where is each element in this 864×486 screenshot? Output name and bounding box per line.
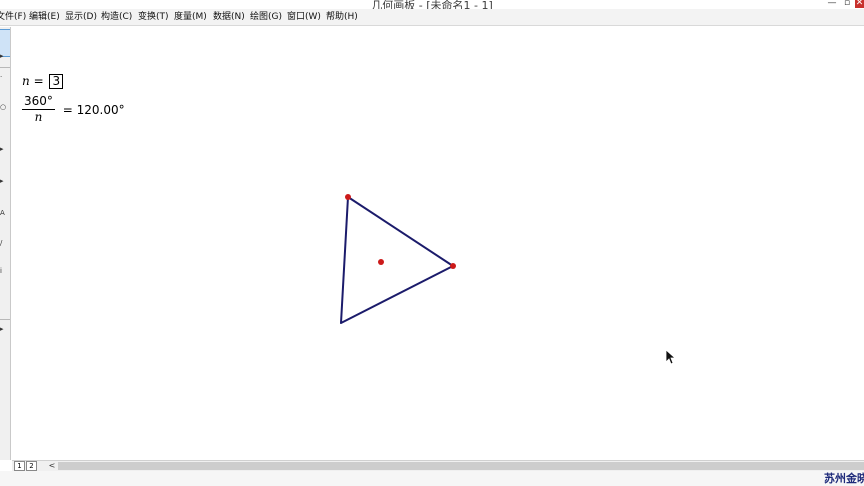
triangle-polygon[interactable] — [340, 196, 454, 324]
menu-data[interactable]: 数据(N) — [213, 12, 245, 23]
scroll-left-button[interactable]: < — [48, 461, 56, 471]
menu-graph[interactable]: 绘图(G) — [250, 12, 282, 23]
menu-help[interactable]: 帮助(H) — [326, 12, 358, 23]
arrow-tool-icon[interactable]: ▸ — [0, 29, 10, 60]
menu-window[interactable]: 窗口(W) — [287, 12, 321, 23]
info-tool-icon[interactable]: i — [0, 265, 10, 277]
menu-edit[interactable]: 编辑(E) — [29, 12, 60, 23]
page-bar: 1 2 < — [12, 460, 864, 471]
sketch-canvas[interactable]: n = 3 360° n = 120.00° — [12, 27, 864, 460]
page-tab-2[interactable]: 2 — [26, 461, 37, 471]
menu-transform[interactable]: 变换(T) — [138, 12, 169, 23]
menu-display[interactable]: 显示(D) — [65, 12, 97, 23]
status-bar: 苏州金晓 — [0, 471, 864, 486]
geometry-layer — [340, 194, 456, 324]
compass-tool-icon[interactable]: ○ — [0, 101, 10, 113]
text-tool-icon[interactable]: A — [0, 207, 10, 219]
center-point[interactable] — [378, 259, 384, 265]
menu-file[interactable]: 文件(F) — [0, 12, 26, 23]
horizontal-scrollbar[interactable] — [58, 462, 864, 470]
window-title: 几何画板 - [未命名1 - 1] — [371, 0, 493, 9]
vertex-point[interactable] — [345, 194, 351, 200]
custom-tool-icon[interactable]: ▸ — [0, 323, 10, 335]
vertex-point[interactable] — [450, 263, 456, 269]
title-bar: 几何画板 - [未命名1 - 1] — ▫ ✕ — [0, 0, 864, 9]
polygon-tool-icon[interactable]: ▸ — [0, 175, 10, 187]
menu-bar: 文件(F) 编辑(E) 显示(D) 构造(C) 变换(T) 度量(M) 数据(N… — [0, 9, 864, 26]
minimize-button[interactable]: — — [826, 0, 838, 8]
toolbox-divider — [0, 319, 10, 320]
mouse-cursor-icon — [665, 349, 675, 365]
straightedge-tool-icon[interactable]: ▸ — [0, 143, 10, 155]
close-button[interactable]: ✕ — [855, 0, 864, 8]
marker-tool-icon[interactable]: / — [0, 237, 10, 249]
point-tool-icon[interactable]: · — [0, 71, 10, 83]
toolbox-divider — [0, 67, 10, 68]
menu-measure[interactable]: 度量(M) — [174, 12, 207, 23]
page-tab-1[interactable]: 1 — [14, 461, 25, 471]
menu-construct[interactable]: 构造(C) — [101, 12, 132, 23]
watermark-text: 苏州金晓 — [824, 472, 864, 485]
toolbox: ▸ · ○ ▸ ▸ A / i ▸ — [0, 27, 11, 460]
maximize-button[interactable]: ▫ — [842, 0, 852, 8]
